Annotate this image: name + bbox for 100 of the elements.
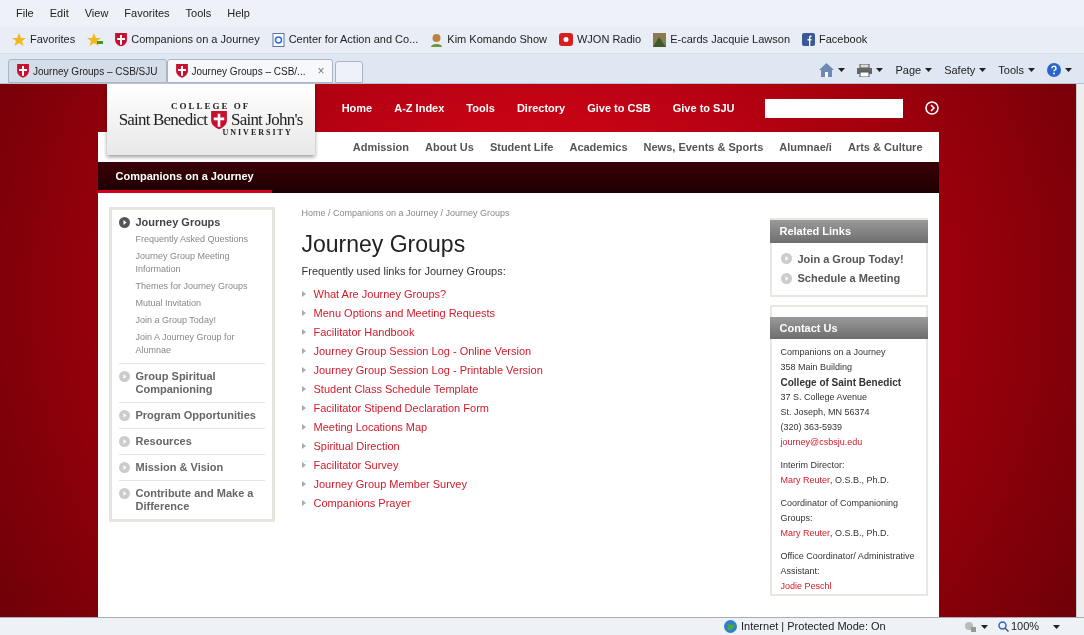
sidebar-subitem[interactable]: Frequently Asked Questions [135,233,265,246]
content-link[interactable]: Meeting Locations Map [313,420,428,434]
bullet-icon [301,500,306,506]
add-favorite-icon [87,32,104,47]
sidebar-item[interactable]: Resources [118,435,265,448]
sidebar-subitem[interactable]: Join a Group Today! [135,314,265,327]
zoom-button[interactable]: 100% [998,618,1040,635]
sidebar-subitem[interactable]: Join A Journey Group for Alumnae [135,331,265,357]
bullet-icon [301,481,306,487]
arrow-bullet-icon [118,462,130,473]
favorite-link[interactable]: Facebook [802,31,868,48]
arrow-bullet-icon [118,217,130,228]
contact-link[interactable]: Jodie Peschl [780,579,832,594]
print-button[interactable] [857,63,884,77]
main-nav-link[interactable]: Alumnae/i [779,138,832,156]
home-button[interactable] [819,63,846,77]
top-nav-link[interactable]: Give to CSB [587,99,651,117]
favorite-link[interactable]: Companions on a Journey [115,31,260,48]
caret-icon [979,68,987,72]
content-link[interactable]: Spiritual Direction [313,439,400,453]
menu-item[interactable]: Favorites [124,4,170,22]
content-link[interactable]: Facilitator Handbook [313,325,415,339]
bullet-icon [301,291,306,297]
menu-item[interactable]: File [16,4,34,22]
sidebar-item[interactable]: Program Opportunities [118,409,265,422]
top-nav-link[interactable]: A-Z Index [394,99,445,117]
command-menu[interactable]: Page [895,61,933,79]
main-nav-link[interactable]: Arts & Culture [847,138,923,156]
help-button[interactable] [1047,63,1072,77]
sidebar-item[interactable]: Journey Groups [118,216,265,229]
arrow-bullet-icon [780,272,792,284]
arrow-bullet-icon [118,410,130,421]
browser-tab[interactable]: Journey Groups – CSB/... × [166,59,334,83]
favorite-link[interactable]: Kim Komando Show [430,31,547,48]
main-nav-link[interactable]: Academics [569,138,628,156]
favorite-link[interactable]: WJON Radio [559,31,642,48]
bullet-icon [301,367,306,373]
caret-icon [1028,68,1035,72]
sidebar-item[interactable]: Mission & Vision [118,461,265,474]
star-icon [12,32,26,47]
command-menu[interactable]: Tools [998,61,1035,79]
content-link[interactable]: Journey Group Member Survey [313,477,467,491]
top-nav-link[interactable]: Directory [516,99,566,117]
main-nav-link[interactable]: News, Events & Sports [643,138,764,156]
browser-tab[interactable]: Journey Groups – CSB/SJU [8,59,167,83]
sidebar-item[interactable]: Group Spiritual Companioning [118,370,265,396]
radio-icon [559,33,573,46]
breadcrumb: Home / Companions on a Journey / Journey Groups [301,207,511,220]
arrow-bullet-icon [118,436,130,447]
related-link[interactable]: Schedule a Meeting [780,270,917,287]
top-nav-link[interactable]: Tools [466,99,495,117]
content-link[interactable]: Journey Group Session Log - Printable Version [313,363,543,377]
contact-link[interactable]: Mary Reuter [780,473,830,488]
caret-icon [1065,68,1072,72]
content-link[interactable]: What Are Journey Groups? [313,287,447,301]
logo-text: Saint John's [231,111,303,129]
content-link[interactable]: Facilitator Stipend Declaration Form [313,401,489,415]
contact-link[interactable]: Mary Reuter [780,526,830,541]
logo-text: Saint Benedict [118,111,208,129]
content-link[interactable]: Journey Group Session Log - Online Version [313,344,532,358]
menu-item[interactable]: View [84,4,109,22]
top-nav-link[interactable]: Give to SJU [672,99,735,117]
arrow-bullet-icon [780,253,792,265]
close-tab-button[interactable]: × [317,62,325,80]
favorites-button[interactable]: Favorites [12,31,76,48]
menu-item[interactable]: Edit [49,4,69,22]
sidebar-subitem[interactable]: Journey Group Meeting Information [135,250,265,276]
main-nav-link[interactable]: Student Life [489,138,554,156]
globe-icon [724,620,737,633]
logo-text: UNIVERSITY [222,129,293,138]
person-icon [430,32,444,47]
command-menu[interactable]: Safety [944,61,987,79]
main-nav-link[interactable]: About Us [425,138,474,156]
favorite-link[interactable]: Center for Action and Co... [271,31,419,48]
content-link[interactable]: Facilitator Survey [313,458,399,472]
panel-header: Contact Us [769,316,928,339]
shield-icon [175,64,188,78]
menu-item[interactable]: Help [227,4,250,22]
menu-item[interactable]: Tools [185,4,212,22]
sidebar-item[interactable]: Contribute and Make a Difference [118,487,265,513]
content-link[interactable]: Menu Options and Meeting Requests [313,306,496,320]
favorite-link[interactable]: E-cards Jacquie Lawson [653,31,790,48]
sidebar-subitem[interactable]: Themes for Journey Groups [135,280,265,293]
bullet-icon [301,386,306,392]
bullet-icon [301,310,306,316]
search-field[interactable] [764,98,903,118]
sidebar-subitem[interactable]: Mutual Invitation [135,297,265,310]
contact-line: 37 S. College Avenue [780,391,868,404]
search-go-icon[interactable] [924,101,939,115]
contact-line: , O.S.B., Ph.D. [830,527,890,540]
content-link[interactable]: Student Class Schedule Template [313,382,479,396]
content-link[interactable]: Companions Prayer [313,496,411,510]
related-link[interactable]: Join a Group Today! [780,250,917,267]
main-nav-link[interactable]: Admission [352,138,409,156]
magnifier-icon [998,621,1009,632]
facebook-icon [802,33,815,46]
contact-link[interactable]: journey@csbsju.edu [780,435,863,450]
help-icon [1047,63,1061,77]
top-nav-link[interactable]: Home [341,99,373,117]
logo-text: COLLEGE OF [170,101,251,111]
